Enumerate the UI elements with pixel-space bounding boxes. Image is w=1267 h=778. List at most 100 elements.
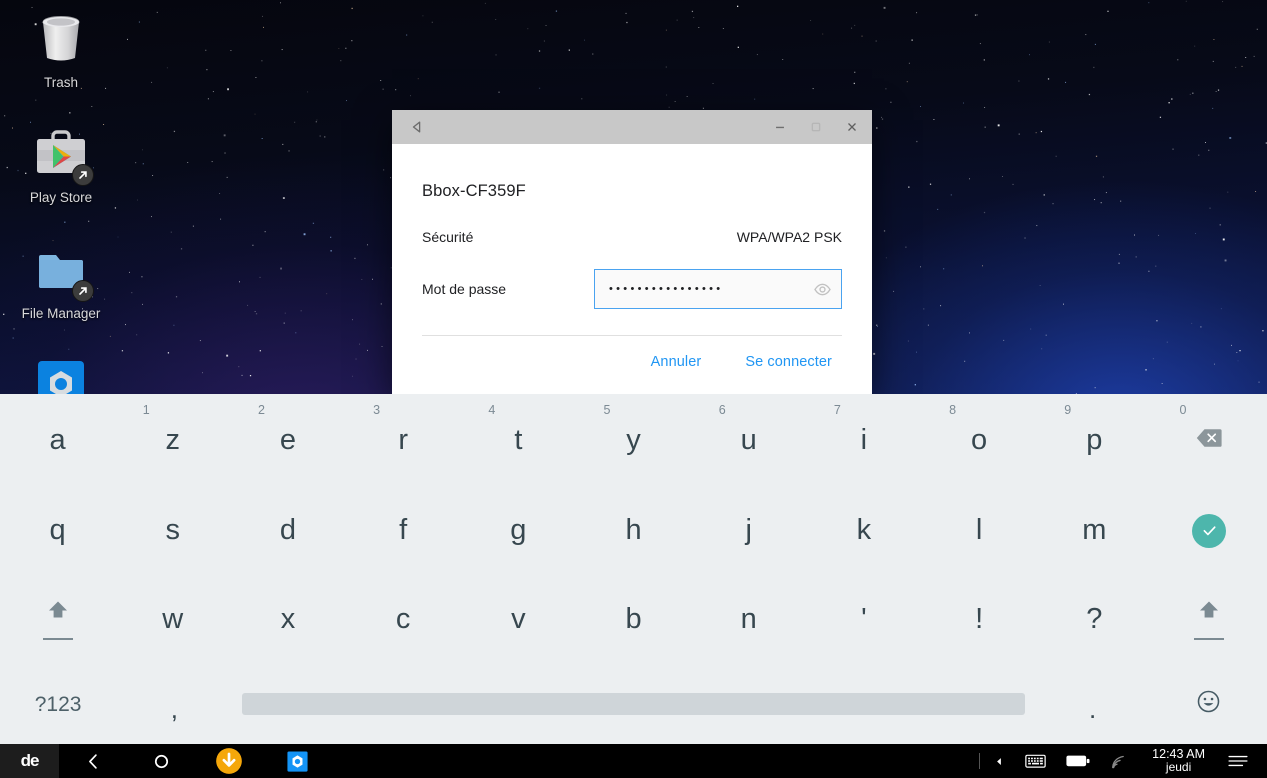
keyboard-row-3: w x c v b n '!? <box>0 575 1267 664</box>
key-question[interactable]: ? <box>1037 575 1152 664</box>
home-circle-icon[interactable] <box>127 744 195 778</box>
dialog-body: Bbox-CF359F Sécurité WPA/WPA2 PSK Mot de… <box>392 144 872 370</box>
clock[interactable]: 12:43 AM jeudi <box>1140 746 1217 775</box>
folder-icon <box>30 239 94 302</box>
de-logo-text: de <box>20 751 40 770</box>
wifi-password-dialog: Bbox-CF359F Sécurité WPA/WPA2 PSK Mot de… <box>392 110 872 394</box>
key-hint: 3 <box>373 403 381 417</box>
back-chevron-icon[interactable] <box>59 744 127 778</box>
key-z[interactable]: 1z <box>115 394 230 486</box>
key-enter[interactable] <box>1152 486 1267 575</box>
key-i[interactable]: 7i <box>806 394 921 486</box>
close-icon[interactable] <box>834 110 870 144</box>
shift-up-arrow-icon <box>1197 599 1221 626</box>
hamburger-menu-icon[interactable] <box>1217 744 1259 778</box>
key-label: g <box>510 514 527 546</box>
key-symbols[interactable]: ?123 <box>0 664 116 744</box>
key-n[interactable]: n <box>691 575 806 664</box>
network-ssid: Bbox-CF359F <box>422 182 526 200</box>
desktop-icon-play-store[interactable]: Play Store <box>6 123 116 205</box>
password-input[interactable]: •••••••••••••••• <box>594 269 842 309</box>
password-row: Mot de passe •••••••••••••••• <box>422 269 842 309</box>
key-k[interactable]: k <box>806 486 921 575</box>
key-comma[interactable]: , <box>116 664 232 744</box>
key-r[interactable]: 3r <box>346 394 461 486</box>
key-e[interactable]: 2e <box>230 394 345 486</box>
battery-icon[interactable] <box>1056 744 1100 778</box>
play-store-icon <box>30 123 94 186</box>
dialog-titlebar[interactable] <box>392 110 872 144</box>
keyboard-icon[interactable] <box>1015 744 1056 778</box>
collapse-triangle-icon[interactable] <box>984 744 1015 778</box>
key-label: ' <box>861 603 867 635</box>
key-hint: 8 <box>949 403 957 417</box>
key-p[interactable]: 9p <box>1037 394 1152 486</box>
key-hint: 1 <box>142 403 150 417</box>
back-triangle-icon[interactable] <box>406 110 428 144</box>
key-l[interactable]: l <box>922 486 1037 575</box>
key-label: f <box>399 514 408 546</box>
key-t[interactable]: 4t <box>461 394 576 486</box>
key-label: j <box>745 514 752 546</box>
key-label: y <box>626 423 641 456</box>
desktop-icon-file-manager[interactable]: File Manager <box>6 239 116 321</box>
connect-button[interactable]: Se connecter <box>745 354 832 370</box>
system-navigation-bar: de 12:43 AM jeudi <box>0 744 1267 778</box>
key-shift-right[interactable] <box>1152 575 1267 664</box>
download-arrow-icon[interactable] <box>195 744 263 778</box>
de-logo[interactable]: de <box>0 744 59 778</box>
key-hint: 0 <box>1179 403 1187 417</box>
key-space[interactable] <box>232 664 1034 744</box>
key-backspace[interactable]: 0 <box>1152 394 1267 486</box>
maximize-icon[interactable] <box>798 110 834 144</box>
clock-day: jeudi <box>1165 760 1192 775</box>
key-m[interactable]: m <box>1037 486 1152 575</box>
settings-square-icon[interactable] <box>263 744 331 778</box>
shortcut-arrow-icon <box>72 280 94 302</box>
key-y[interactable]: 5y <box>576 394 691 486</box>
password-label: Mot de passe <box>422 281 507 297</box>
key-label: c <box>395 603 411 635</box>
key-s[interactable]: s <box>115 486 230 575</box>
onscreen-keyboard[interactable]: a1z2e3r4t5y6u7i8o9p0 qsdfghjklm w x c v b n '!… <box>0 394 1267 744</box>
cancel-button[interactable]: Annuler <box>651 354 702 370</box>
shortcut-arrow-icon <box>72 164 94 186</box>
key-hint: 4 <box>488 403 496 417</box>
key-h[interactable]: h <box>576 486 691 575</box>
minimize-icon[interactable] <box>762 110 798 144</box>
key-v[interactable]: v <box>461 575 576 664</box>
key-f[interactable]: f <box>346 486 461 575</box>
eye-icon[interactable] <box>813 280 832 299</box>
key-label: e <box>279 423 297 456</box>
key-shift-left[interactable] <box>0 575 115 664</box>
key-g[interactable]: g <box>461 486 576 575</box>
key-period[interactable]: . <box>1035 664 1151 744</box>
key-q[interactable]: q <box>0 486 115 575</box>
key-b[interactable]: b <box>576 575 691 664</box>
key-exclamation[interactable]: ! <box>922 575 1037 664</box>
key-d[interactable]: d <box>230 486 345 575</box>
key-hint: 2 <box>257 403 265 417</box>
key-label: z <box>165 423 181 456</box>
desktop-icon-trash[interactable]: Trash <box>6 8 116 90</box>
key-label: x <box>280 603 296 635</box>
key-o[interactable]: 8o <box>922 394 1037 486</box>
key-x[interactable]: x <box>230 575 345 664</box>
key-apostrophe[interactable]: ' <box>806 575 921 664</box>
key-label: s <box>165 514 181 546</box>
key-j[interactable]: j <box>691 486 806 575</box>
key-c[interactable]: c <box>346 575 461 664</box>
key-label: w <box>162 603 184 635</box>
key-w[interactable]: w <box>115 575 230 664</box>
key-label: p <box>1086 423 1103 456</box>
key-a[interactable]: a <box>0 394 115 486</box>
wifi-icon[interactable] <box>1100 744 1140 778</box>
desktop-icon-label: Play Store <box>29 190 93 205</box>
key-u[interactable]: 6u <box>691 394 806 486</box>
clock-time: 12:43 AM <box>1152 746 1205 761</box>
check-icon <box>1192 513 1227 548</box>
password-masked-value: •••••••••••••••• <box>609 283 724 295</box>
key-label: r <box>398 423 408 456</box>
key-emoji[interactable] <box>1151 664 1267 744</box>
key-label: ?123 <box>34 692 82 716</box>
